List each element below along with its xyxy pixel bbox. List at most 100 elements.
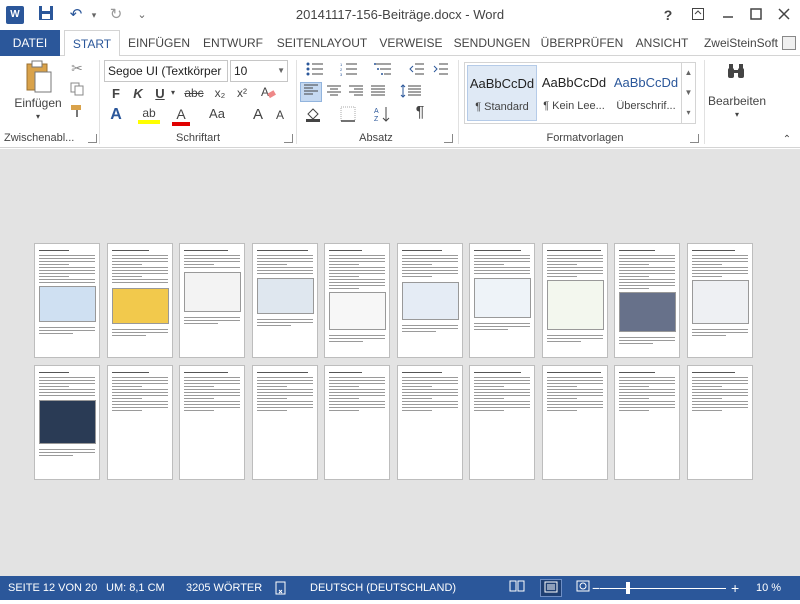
page-thumbnail[interactable] [687,365,753,480]
page-thumbnail[interactable] [179,243,245,358]
page-thumbnail[interactable] [469,365,535,480]
gallery-scroll-up-icon[interactable]: ▲ [681,63,695,83]
decrease-indent-icon[interactable] [408,62,426,78]
tab-seitenlayout[interactable]: SEITENLAYOUT [272,30,372,56]
numbering-icon[interactable]: 123 [338,62,360,78]
borders-icon[interactable] [334,106,362,124]
line-spacing-icon[interactable] [398,84,424,102]
page-thumbnail[interactable] [252,365,318,480]
font-name-select[interactable]: Segoe UI (Textkörper [104,60,228,82]
undo-dropdown-icon[interactable]: ▾ [84,5,104,25]
highlight-button[interactable]: ab [138,106,160,124]
clipboard-launcher-icon[interactable] [88,134,97,143]
page-thumbnail[interactable] [107,365,173,480]
align-left-button[interactable] [300,82,322,102]
paragraph-launcher-icon[interactable] [444,134,453,143]
page-thumbnail[interactable] [107,243,173,358]
read-mode-icon[interactable] [506,579,528,597]
save-icon[interactable] [36,5,56,25]
subscript-button[interactable]: x₂ [210,86,230,100]
editing-button[interactable]: Bearbeiten [706,94,768,108]
page-thumbnail[interactable] [179,365,245,480]
document-area[interactable] [0,149,800,576]
increase-indent-icon[interactable] [432,62,450,78]
style-standard[interactable]: AaBbCcDd ¶ Standard [467,65,537,121]
page-thumbnail[interactable] [542,365,608,480]
print-layout-icon[interactable] [540,579,562,597]
font-size-select[interactable]: 10 ▼ [230,60,288,82]
close-icon[interactable] [772,4,796,26]
copy-icon[interactable] [68,82,86,100]
web-layout-icon[interactable] [572,579,594,597]
page-indicator[interactable]: SEITE 12 VON 20 [8,576,97,600]
bold-button[interactable]: F [108,86,124,101]
tab-sendungen[interactable]: SENDUNGEN [450,30,534,56]
customize-qat-icon[interactable]: ⌄ [132,5,152,25]
cut-icon[interactable]: ✂ [68,60,86,78]
page-thumbnail[interactable] [687,243,753,358]
bullets-icon[interactable] [304,62,326,78]
page-thumbnail[interactable] [614,243,680,358]
help-button[interactable]: ? [656,4,680,26]
word-count[interactable]: 3205 WÖRTER [186,576,262,600]
underline-button[interactable]: U [152,86,168,101]
gallery-scroll-down-icon[interactable]: ▼ [681,83,695,103]
grow-font-button[interactable]: A [250,106,266,123]
zoom-in-button[interactable]: + [731,576,739,600]
text-effects-button[interactable]: A [106,106,126,124]
ribbon-display-options-icon[interactable] [686,4,710,26]
undo-icon[interactable]: ↶ [66,5,86,25]
proofing-icon[interactable] [274,576,288,600]
redo-icon[interactable]: ↻ [106,5,126,25]
strikethrough-button[interactable]: abc [182,86,206,100]
tab-start[interactable]: START [64,30,120,57]
shrink-font-button[interactable]: A [272,108,288,122]
shading-icon[interactable] [302,106,326,124]
tab-ansicht[interactable]: ANSICHT [630,30,694,56]
tab-entwurf[interactable]: ENTWURF [198,30,268,56]
page-thumbnail[interactable] [324,365,390,480]
styles-launcher-icon[interactable] [690,134,699,143]
superscript-button[interactable]: x² [232,86,252,100]
zoom-slider-thumb[interactable] [626,582,630,594]
clear-formatting-icon[interactable]: A [258,84,278,102]
multilevel-list-icon[interactable] [372,62,394,78]
zoom-level[interactable]: 10 % [756,576,781,600]
page-thumbnail[interactable] [252,243,318,358]
page-thumbnail[interactable] [34,365,100,480]
page-thumbnail[interactable] [397,365,463,480]
word-logo-icon[interactable]: W [6,6,24,24]
tab-ueberpruefen[interactable]: ÜBERPRÜFEN [538,30,626,56]
page-thumbnail[interactable] [324,243,390,358]
sort-icon[interactable]: AZ [372,106,394,124]
avatar[interactable] [782,36,796,50]
page-thumbnail[interactable] [614,365,680,480]
style-ueberschrift[interactable]: AaBbCcDd Überschrif... [611,65,681,121]
italic-button[interactable]: K [130,86,146,101]
page-thumbnail[interactable] [34,243,100,358]
paste-button[interactable]: Einfügen [10,96,66,110]
underline-dropdown-icon[interactable]: ▾ [168,88,178,97]
collapse-ribbon-icon[interactable]: ⌃ [780,134,794,145]
paste-icon[interactable] [14,60,62,100]
gallery-more-icon[interactable]: ▾ [681,103,695,123]
maximize-icon[interactable] [744,4,768,26]
minimize-icon[interactable] [716,4,740,26]
justify-button[interactable] [368,84,388,102]
page-thumbnail[interactable] [397,243,463,358]
align-center-button[interactable] [324,84,344,102]
zoom-slider[interactable] [600,588,726,589]
font-color-button[interactable]: A [172,106,190,126]
tab-datei[interactable]: DATEI [0,30,60,56]
align-right-button[interactable] [346,84,366,102]
account-name[interactable]: ZweiSteinSoft [704,30,778,56]
binoculars-icon[interactable] [724,62,748,86]
editing-dropdown-icon[interactable]: ▾ [730,110,744,119]
format-painter-icon[interactable] [68,104,86,122]
zoom-out-button[interactable]: − [592,576,600,600]
change-case-button[interactable]: Aa [206,106,228,121]
language-indicator[interactable]: DEUTSCH (DEUTSCHLAND) [310,576,456,600]
page-thumbnail[interactable] [469,243,535,358]
show-formatting-button[interactable]: ¶ [410,104,430,122]
font-launcher-icon[interactable] [284,134,293,143]
